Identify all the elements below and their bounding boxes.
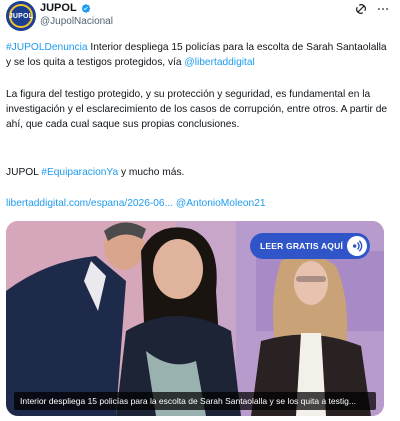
hashtag-equiparacionya[interactable]: #EquiparacionYa xyxy=(41,167,118,178)
read-free-button[interactable]: LEER GRATIS AQUÍ xyxy=(250,233,370,259)
media-caption: Interior despliega 15 policías para la e… xyxy=(14,392,376,410)
audio-play-icon xyxy=(347,236,367,256)
author-name-row: JUPOL xyxy=(40,2,91,14)
avatar[interactable]: JUPOL xyxy=(6,1,36,31)
tweet-text: y mucho más. xyxy=(118,167,185,178)
tweet-text: JUPOL xyxy=(6,167,42,178)
author-name[interactable]: JUPOL xyxy=(40,2,77,14)
tweet-paragraph-3: JUPOL #EquiparacionYa y mucho más. xyxy=(6,165,394,180)
grok-icon[interactable] xyxy=(354,2,368,16)
tweet-paragraph-4: libertaddigital.com/espana/2026-06... @A… xyxy=(6,196,394,211)
hashtag-jupoldenuncia[interactable]: #JUPOLDenuncia xyxy=(6,42,88,53)
article-link[interactable]: libertaddigital.com/espana/2026-06... xyxy=(6,198,173,209)
more-options-icon[interactable] xyxy=(376,2,390,16)
verified-badge-icon xyxy=(81,3,90,13)
tweet-paragraph-1: #JUPOLDenuncia Interior despliega 15 pol… xyxy=(6,40,394,70)
read-free-label: LEER GRATIS AQUÍ xyxy=(260,241,344,251)
avatar-text: JUPOL xyxy=(8,12,34,20)
author-handle[interactable]: @JupolNacional xyxy=(40,16,113,27)
tweet-paragraph-2: La figura del testigo protegido, y su pr… xyxy=(6,89,388,130)
mention-antoniomoleon21[interactable]: @AntonioMoleon21 xyxy=(173,198,266,209)
mention-libertaddigital[interactable]: @libertaddigital xyxy=(184,57,254,68)
media-card[interactable]: LEER GRATIS AQUÍ Interior despliega 15 p… xyxy=(6,221,384,416)
tweet-header: JUPOL JUPOL @JupolNacional xyxy=(6,0,394,34)
